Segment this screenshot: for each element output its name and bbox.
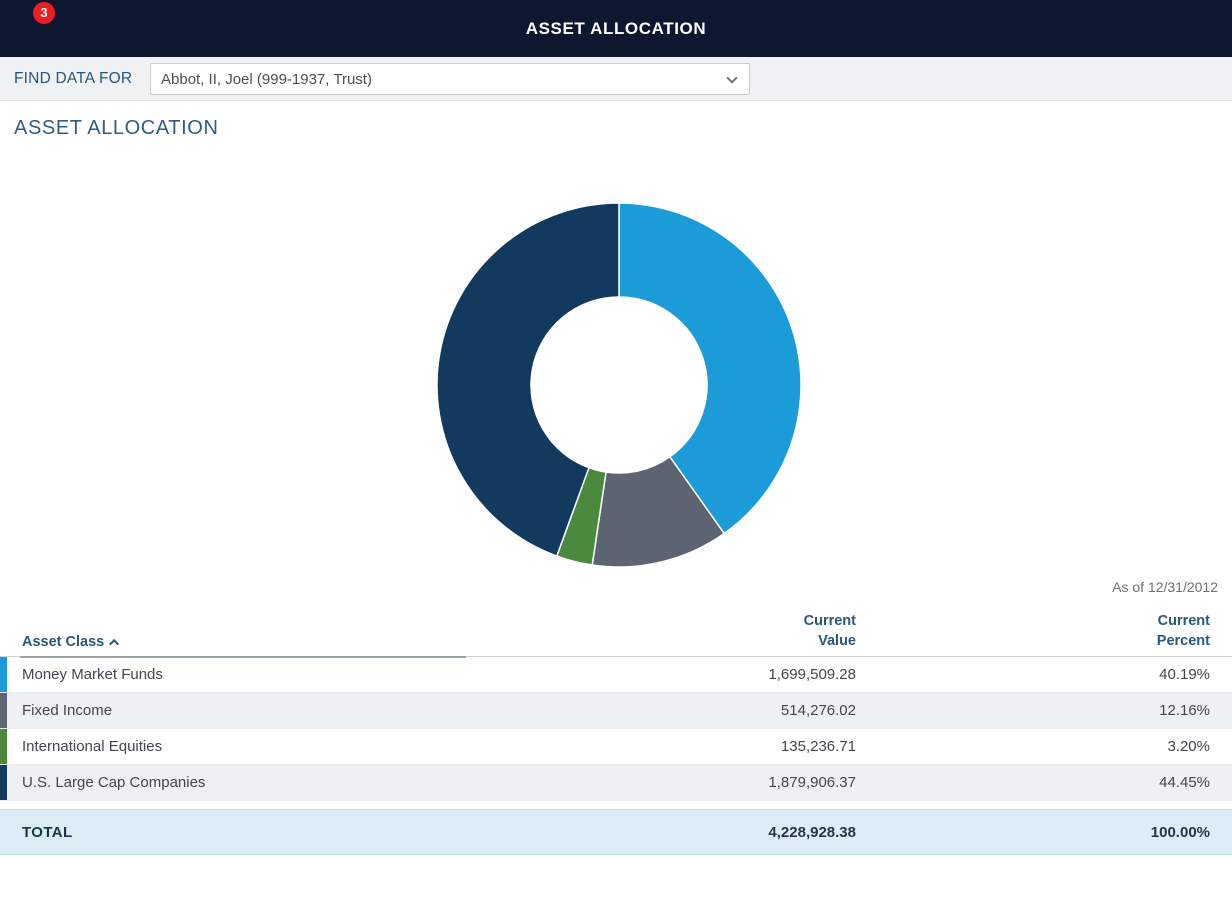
series-color-chip	[0, 657, 7, 692]
asset-class-cell: Money Market Funds	[22, 657, 163, 693]
current-percent-header-line1: Current	[1157, 611, 1210, 631]
sort-ascending-icon	[109, 639, 119, 649]
donut-chart-svg	[434, 200, 804, 570]
account-select[interactable]: Abbot, II, Joel (999-1937, Trust)	[150, 63, 750, 95]
current-percent-cell: 40.19%	[1159, 657, 1210, 693]
table-total-row: TOTAL 4,228,928.38 100.00%	[0, 809, 1232, 855]
current-percent-header-line2: Percent	[1157, 631, 1210, 651]
series-color-chip	[0, 765, 7, 800]
asset-class-cell: U.S. Large Cap Companies	[22, 765, 205, 801]
find-data-label: FIND DATA FOR	[14, 57, 132, 101]
table-row: Fixed Income 514,276.02 12.16%	[0, 693, 1232, 729]
find-data-bar: FIND DATA FOR Abbot, II, Joel (999-1937,…	[0, 57, 1232, 101]
current-percent-cell: 12.16%	[1159, 693, 1210, 729]
table-row: International Equities 135,236.71 3.20%	[0, 729, 1232, 765]
asset-allocation-page: 3 ASSET ALLOCATION FIND DATA FOR Abbot, …	[0, 0, 1232, 900]
column-header-asset-class[interactable]: Asset Class	[22, 634, 119, 650]
top-app-bar: 3 ASSET ALLOCATION	[0, 0, 1232, 57]
table-row: U.S. Large Cap Companies 1,879,906.37 44…	[0, 765, 1232, 801]
current-percent-cell: 44.45%	[1159, 765, 1210, 801]
total-label: TOTAL	[22, 810, 73, 856]
asset-allocation-donut-chart	[434, 200, 804, 570]
table-row: Money Market Funds 1,699,509.28 40.19%	[0, 657, 1232, 693]
current-value-cell: 1,879,906.37	[768, 765, 856, 801]
column-header-current-value[interactable]: Current Value	[804, 611, 856, 651]
current-value-cell: 1,699,509.28	[768, 657, 856, 693]
asset-class-cell: Fixed Income	[22, 693, 112, 729]
total-current-percent: 100.00%	[1151, 810, 1210, 856]
series-color-chip	[0, 693, 7, 728]
current-value-cell: 135,236.71	[781, 729, 856, 765]
total-current-value: 4,228,928.38	[768, 810, 856, 856]
current-value-cell: 514,276.02	[781, 693, 856, 729]
page-title: ASSET ALLOCATION	[14, 117, 218, 140]
asset-class-header-label: Asset Class	[22, 634, 104, 650]
series-color-chip	[0, 729, 7, 764]
as-of-date: As of 12/31/2012	[1112, 579, 1218, 595]
table-header-row: Asset Class Current Value Current Percen…	[0, 605, 1232, 657]
app-bar-title: ASSET ALLOCATION	[0, 0, 1232, 57]
current-value-header-line2: Value	[804, 631, 856, 651]
asset-class-cell: International Equities	[22, 729, 162, 765]
current-percent-cell: 3.20%	[1167, 729, 1210, 765]
asset-allocation-table: Asset Class Current Value Current Percen…	[0, 605, 1232, 855]
current-value-header-line1: Current	[804, 611, 856, 631]
column-header-current-percent[interactable]: Current Percent	[1157, 611, 1210, 651]
